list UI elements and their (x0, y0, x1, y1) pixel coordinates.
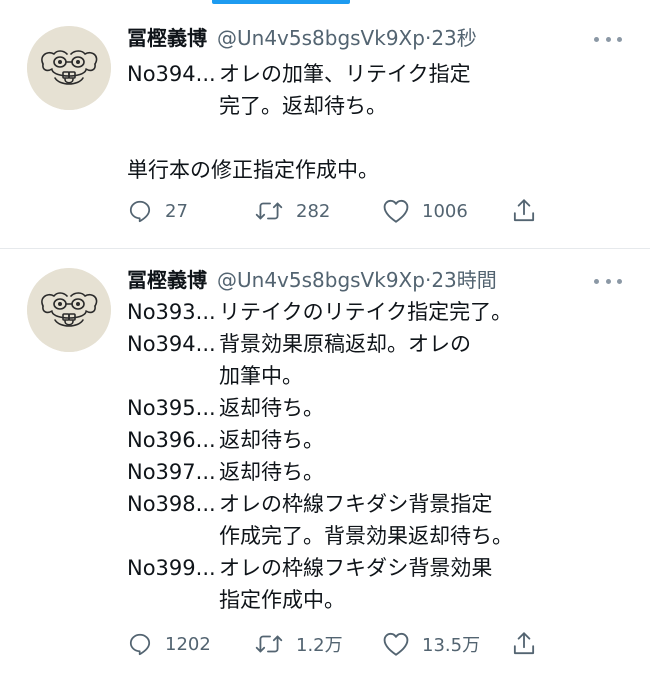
tweet-line: No394... オレの加筆、リテイク指定 (127, 58, 637, 90)
tweet-line: No399... オレの枠線フキダシ背景効果 (127, 552, 637, 584)
timeline: 冨樫義博 @Un4v5s8bgsVk9Xp · 23秒 No394... オレの… (0, 0, 650, 684)
line-prefix: No397... (127, 460, 216, 484)
retweet-button[interactable]: 1.2万 (254, 629, 343, 659)
line-text: 返却待ち。 (219, 460, 324, 484)
line-text: オレの枠線フキダシ背景指定 (219, 492, 493, 516)
avatar[interactable] (27, 26, 111, 110)
reply-icon (129, 633, 151, 656)
action-bar: 1202 1.2万 13.5万 (127, 629, 547, 659)
tweet-line: No395... 返却待ち。 (127, 392, 637, 424)
tweet-line: 単行本の修正指定作成中。 (127, 154, 637, 186)
heart-icon (383, 199, 409, 223)
heart-icon (383, 632, 409, 656)
tweet-line: No397... 返却待ち。 (127, 456, 637, 488)
tweet-header: 冨樫義博 @Un4v5s8bgsVk9Xp · 23秒 (127, 22, 477, 52)
tweet[interactable]: 冨樫義博 @Un4v5s8bgsVk9Xp · 23秒 No394... オレの… (0, 10, 650, 248)
tweet-line: No394... 背景効果原稿返却。オレの (127, 328, 637, 360)
line-text: 返却待ち。 (219, 396, 324, 420)
share-icon (513, 632, 535, 655)
reply-count: 1202 (165, 633, 211, 655)
tweet-line: 完了。返却待ち。 (127, 90, 637, 122)
like-count: 13.5万 (422, 635, 481, 656)
user-handle[interactable]: @Un4v5s8bgsVk9Xp (217, 268, 425, 292)
line-text: 完了。返却待ち。 (219, 94, 387, 118)
tweet-divider (0, 248, 650, 249)
line-prefix (127, 584, 219, 616)
tweet-line: 指定作成中。 (127, 584, 637, 616)
dog-face-avatar-icon (27, 268, 111, 352)
display-name[interactable]: 冨樫義博 (127, 264, 207, 293)
share-button[interactable] (511, 196, 537, 226)
line-text: 背景効果原稿返却。オレの (219, 332, 471, 356)
avatar[interactable] (27, 268, 111, 352)
display-name[interactable]: 冨樫義博 (127, 22, 207, 51)
line-text: オレの加筆、リテイク指定 (219, 62, 471, 86)
scroll-indicator (212, 0, 350, 4)
tweet-text: No393... リテイクのリテイク指定完了。 No394... 背景効果原稿返… (127, 296, 637, 616)
tweet-line: No396... 返却待ち。 (127, 424, 637, 456)
line-prefix: No393... (127, 300, 216, 324)
line-text: 返却待ち。 (219, 428, 324, 452)
line-text: 作成完了。背景効果返却待ち。 (219, 524, 513, 548)
line-text: 単行本の修正指定作成中。 (127, 158, 379, 182)
tweet-line: 加筆中。 (127, 360, 637, 392)
tweet[interactable]: 冨樫義博 @Un4v5s8bgsVk9Xp · 23時間 No393... リテ… (0, 252, 650, 684)
share-icon (513, 199, 535, 222)
more-icon[interactable] (594, 276, 622, 286)
line-text: オレの枠線フキダシ背景効果 (219, 556, 493, 580)
line-prefix: No394... (127, 62, 216, 86)
line-prefix: No395... (127, 396, 216, 420)
tweet-line: No398... オレの枠線フキダシ背景指定 (127, 488, 637, 520)
tweet-line: No393... リテイクのリテイク指定完了。 (127, 296, 637, 328)
tweet-line: 作成完了。背景効果返却待ち。 (127, 520, 637, 552)
line-prefix (127, 122, 219, 154)
like-count: 1006 (422, 200, 468, 222)
share-button[interactable] (511, 629, 537, 659)
retweet-icon (255, 202, 283, 220)
user-handle[interactable]: @Un4v5s8bgsVk9Xp (217, 26, 425, 50)
line-prefix: No398... (127, 492, 216, 516)
reply-button[interactable]: 1202 (127, 629, 211, 659)
reply-icon (129, 200, 151, 223)
line-prefix: No396... (127, 428, 216, 452)
retweet-count: 1.2万 (296, 635, 343, 656)
line-text: 加筆中。 (219, 364, 303, 388)
retweet-icon (255, 635, 283, 653)
line-prefix: No394... (127, 332, 216, 356)
line-prefix (127, 90, 219, 122)
dog-face-avatar-icon (27, 26, 111, 110)
action-bar: 27 282 1006 (127, 196, 547, 226)
reply-button[interactable]: 27 (127, 196, 188, 226)
more-icon[interactable] (594, 34, 622, 44)
line-prefix (127, 360, 219, 392)
tweet-line (127, 122, 637, 154)
line-prefix: No399... (127, 556, 216, 580)
line-prefix (127, 520, 219, 552)
timestamp[interactable]: 23秒 (431, 22, 476, 51)
retweet-button[interactable]: 282 (254, 196, 330, 226)
tweet-text: No394... オレの加筆、リテイク指定 完了。返却待ち。 単行本の修正指定作… (127, 58, 637, 186)
like-button[interactable]: 1006 (382, 196, 468, 226)
line-text: リテイクのリテイク指定完了。 (219, 300, 513, 324)
tweet-header: 冨樫義博 @Un4v5s8bgsVk9Xp · 23時間 (127, 264, 497, 294)
timestamp[interactable]: 23時間 (431, 264, 496, 293)
retweet-count: 282 (296, 200, 331, 222)
like-button[interactable]: 13.5万 (382, 629, 480, 659)
line-text: 指定作成中。 (219, 588, 345, 612)
reply-count: 27 (165, 200, 188, 222)
